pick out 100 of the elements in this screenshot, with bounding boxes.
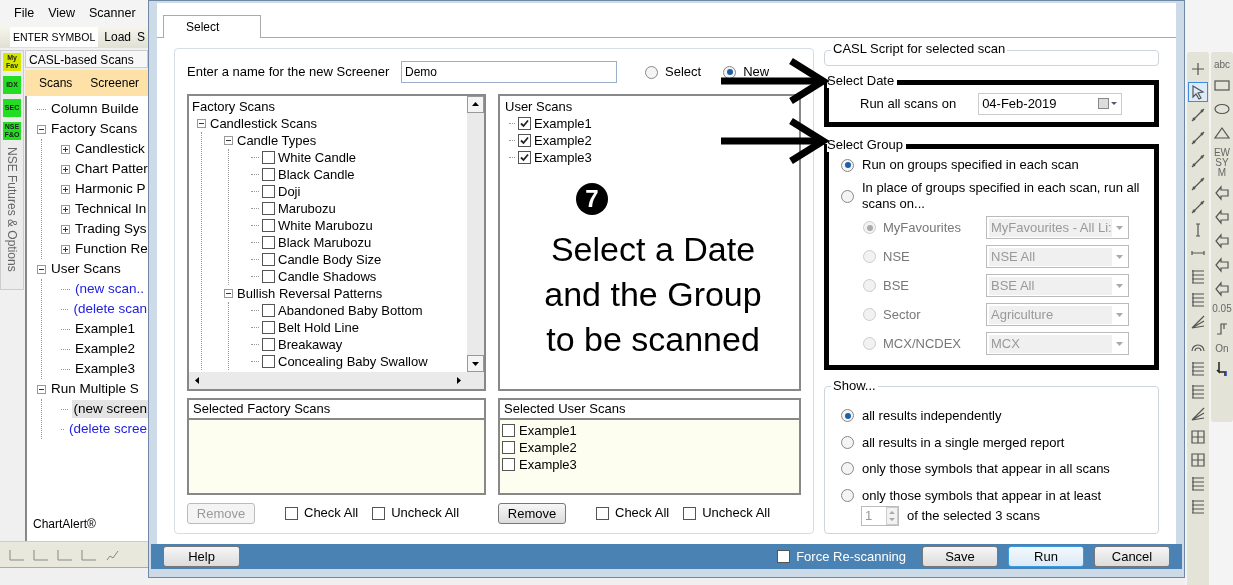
grid-icon[interactable] bbox=[1189, 428, 1207, 446]
expand-icon[interactable] bbox=[61, 144, 70, 154]
tree-item[interactable]: (new screen bbox=[72, 400, 148, 418]
checkbox[interactable] bbox=[518, 134, 531, 147]
side-caption[interactable]: NSE Futures & Options bbox=[3, 147, 21, 272]
arrow-icon[interactable] bbox=[1213, 256, 1231, 274]
button[interactable]: Help bbox=[163, 546, 240, 567]
checkbox[interactable] bbox=[372, 506, 386, 520]
collapse-icon[interactable] bbox=[224, 136, 233, 145]
checkbox[interactable] bbox=[683, 506, 697, 520]
tool-label[interactable]: abc bbox=[1212, 60, 1232, 70]
fibonacci-icon[interactable] bbox=[1189, 290, 1207, 308]
toolbar-button[interactable]: Load bbox=[104, 28, 131, 46]
tree-item[interactable]: (new scan.. bbox=[74, 280, 146, 298]
date-field[interactable]: 04-Feb-2019 bbox=[978, 92, 1123, 115]
radio-label[interactable]: all results in a single merged report bbox=[862, 432, 1065, 452]
fibonacci-icon[interactable] bbox=[1189, 359, 1207, 377]
calendar-icon[interactable] bbox=[1098, 98, 1119, 109]
checkbox[interactable] bbox=[262, 270, 275, 283]
arrow-icon[interactable] bbox=[1213, 232, 1231, 250]
button[interactable]: Cancel bbox=[1094, 546, 1170, 567]
uncheck-all-label[interactable]: Uncheck All bbox=[702, 503, 771, 523]
expand-icon[interactable] bbox=[61, 244, 70, 254]
radio-label[interactable]: only those symbols that appear in at least bbox=[862, 485, 1102, 505]
trendline-icon[interactable] bbox=[1189, 152, 1207, 170]
panel-tab[interactable]: Screener bbox=[90, 74, 140, 92]
tree-item[interactable]: (delete scan bbox=[72, 300, 148, 318]
tab[interactable]: Select bbox=[163, 15, 261, 38]
checkbox[interactable] bbox=[502, 441, 515, 454]
checkbox[interactable] bbox=[262, 253, 275, 266]
radio-label[interactable]: only those symbols that appear in all scans bbox=[862, 459, 1110, 479]
checkbox[interactable] bbox=[262, 168, 275, 181]
checkbox[interactable] bbox=[262, 236, 275, 249]
vertical-scrollbar[interactable] bbox=[467, 96, 484, 372]
tool-label[interactable]: On bbox=[1212, 344, 1232, 354]
tree-item[interactable]: Candlestick bbox=[74, 140, 146, 158]
horizontal-scrollbar[interactable] bbox=[189, 372, 484, 389]
collapse-icon[interactable] bbox=[37, 384, 46, 394]
collapse-icon[interactable] bbox=[197, 119, 206, 128]
tree-item[interactable]: Function Re bbox=[74, 240, 148, 258]
checkbox[interactable] bbox=[596, 506, 609, 520]
fibonacci-icon[interactable] bbox=[1189, 267, 1207, 285]
tree-item[interactable]: Example3 bbox=[74, 360, 137, 378]
toolbar-button[interactable]: S bbox=[137, 28, 145, 46]
menu-item[interactable]: File bbox=[14, 3, 35, 23]
checkbox[interactable] bbox=[777, 550, 791, 563]
expand-icon[interactable] bbox=[61, 184, 70, 194]
checkbox[interactable] bbox=[262, 185, 275, 198]
tree-item[interactable]: Harmonic P bbox=[74, 180, 147, 198]
radio-button[interactable] bbox=[841, 488, 854, 502]
checkbox[interactable] bbox=[262, 355, 275, 368]
tree-item[interactable]: Column Builde bbox=[50, 100, 140, 118]
expand-icon[interactable] bbox=[61, 164, 70, 174]
arrow-icon[interactable] bbox=[1213, 280, 1231, 298]
scroll-down-icon[interactable] bbox=[467, 355, 484, 372]
plus-icon[interactable] bbox=[1189, 60, 1207, 78]
checkbox[interactable] bbox=[262, 338, 275, 351]
checkbox[interactable] bbox=[502, 458, 515, 471]
tree-item[interactable]: Chart Patter bbox=[74, 160, 148, 178]
checkbox[interactable] bbox=[262, 304, 275, 317]
pointer-icon[interactable] bbox=[1189, 83, 1207, 101]
collapse-icon[interactable] bbox=[37, 124, 46, 134]
check-all-label[interactable]: Check All bbox=[615, 503, 670, 523]
fan-icon[interactable] bbox=[1189, 405, 1207, 423]
radio-button[interactable] bbox=[841, 189, 854, 203]
trendline-icon[interactable] bbox=[1189, 175, 1207, 193]
panel-tab[interactable]: Scans bbox=[39, 74, 73, 92]
uncheck-all-label[interactable]: Uncheck All bbox=[391, 503, 460, 523]
check-all-label[interactable]: Check All bbox=[304, 503, 359, 523]
radio-button[interactable] bbox=[841, 435, 854, 449]
tree-item[interactable]: Bullish Reversal Patterns bbox=[237, 283, 383, 304]
radio-label[interactable]: all results independently bbox=[862, 406, 1002, 426]
tree-item[interactable]: Run Multiple S bbox=[50, 380, 140, 398]
button[interactable]: Run bbox=[1008, 546, 1084, 567]
tree-item[interactable]: User Scans bbox=[50, 260, 122, 278]
collapse-icon[interactable] bbox=[37, 264, 46, 274]
checkbox[interactable] bbox=[285, 506, 298, 520]
tool-label[interactable]: 0.05 bbox=[1212, 304, 1232, 314]
arrow-icon[interactable] bbox=[1213, 184, 1231, 202]
fibonacci-icon[interactable] bbox=[1189, 382, 1207, 400]
checkbox[interactable] bbox=[262, 321, 275, 334]
radio-button[interactable] bbox=[841, 409, 854, 423]
radio-button[interactable] bbox=[723, 65, 737, 79]
name-field[interactable]: Demo bbox=[401, 61, 617, 83]
menu-item[interactable]: Scanner bbox=[89, 3, 136, 23]
tree-item[interactable]: Factory Scans bbox=[50, 120, 139, 138]
expand-icon[interactable] bbox=[61, 204, 70, 214]
radio-label[interactable]: Select bbox=[665, 62, 702, 82]
tree-item[interactable]: (delete scree bbox=[67, 420, 148, 438]
scroll-up-icon[interactable] bbox=[467, 96, 484, 113]
checkbox[interactable] bbox=[502, 424, 515, 437]
trendline-icon[interactable] bbox=[1189, 106, 1207, 124]
checkbox-label[interactable]: Force Re-scanning bbox=[796, 546, 906, 567]
button[interactable]: Save bbox=[922, 546, 998, 567]
menu-item[interactable]: View bbox=[48, 3, 76, 23]
fibonacci-icon[interactable] bbox=[1189, 474, 1207, 492]
button[interactable]: Remove bbox=[498, 502, 566, 524]
checkbox[interactable] bbox=[262, 219, 275, 232]
trendline-icon[interactable] bbox=[1189, 198, 1207, 216]
checkbox[interactable] bbox=[262, 151, 275, 164]
